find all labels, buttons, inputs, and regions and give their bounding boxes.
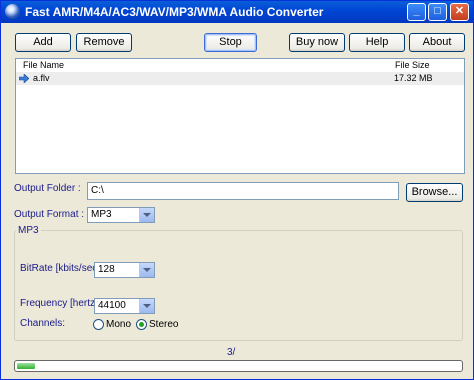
chevron-down-icon[interactable] [139,299,154,313]
output-folder-label: Output Folder : [14,183,81,194]
title-bar: Fast AMR/M4A/AC3/WAV/MP3/WMA Audio Conve… [1,1,473,23]
frequency-label: Frequency [hertz] [20,298,98,309]
progress-bar [14,360,463,372]
file-list-header: File Name File Size [16,59,464,73]
mono-radio[interactable] [93,319,104,330]
file-name-cell: a.flv [33,73,50,83]
close-icon[interactable]: ✕ [450,3,469,21]
remove-button[interactable]: Remove [76,33,132,52]
help-button[interactable]: Help [349,33,405,52]
table-row[interactable]: a.flv 17.32 MB [16,72,464,85]
stop-button[interactable]: Stop [204,33,257,52]
add-button[interactable]: Add [15,33,71,52]
frequency-select[interactable]: 44100 [94,298,155,314]
output-format-value: MP3 [91,209,112,220]
minimize-icon[interactable]: _ [407,3,426,21]
mono-label[interactable]: Mono [106,319,131,330]
bitrate-select[interactable]: 128 [94,262,155,278]
app-window: Fast AMR/M4A/AC3/WAV/MP3/WMA Audio Conve… [0,0,474,380]
column-header-file-name[interactable]: File Name [23,59,64,72]
status-text: 3/ [227,347,236,358]
column-header-file-size[interactable]: File Size [395,59,430,72]
bitrate-value: 128 [98,264,115,275]
stereo-label[interactable]: Stereo [149,319,178,330]
mp3-group-title: MP3 [16,225,41,236]
browse-button[interactable]: Browse... [406,183,463,202]
progress-fill [17,363,35,369]
app-icon [5,4,20,19]
output-format-label: Output Format : [14,209,85,220]
chevron-down-icon[interactable] [139,208,154,222]
maximize-icon[interactable]: □ [428,3,447,21]
stereo-radio[interactable] [136,319,147,330]
bitrate-label: BitRate [kbits/sec] [20,263,101,274]
about-button[interactable]: About [409,33,465,52]
arrow-right-icon [19,74,29,83]
output-folder-input[interactable]: C:\ [87,182,399,200]
buy-now-button[interactable]: Buy now [289,33,345,52]
channels-label: Channels: [20,318,66,329]
file-size-cell: 17.32 MB [394,73,433,83]
chevron-down-icon[interactable] [139,263,154,277]
mp3-group [14,230,463,341]
window-title: Fast AMR/M4A/AC3/WAV/MP3/WMA Audio Conve… [25,5,324,19]
output-format-select[interactable]: MP3 [87,207,155,223]
file-list[interactable]: File Name File Size a.flv 17.32 MB [15,58,465,174]
frequency-value: 44100 [98,300,126,311]
